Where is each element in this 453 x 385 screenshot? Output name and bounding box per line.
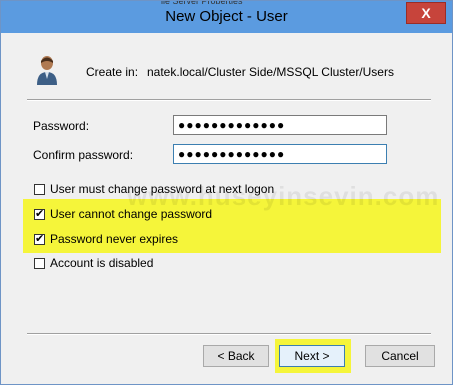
option-cannot-change-password[interactable]: User cannot change password — [34, 206, 212, 222]
bottom-divider — [27, 333, 431, 335]
user-icon — [37, 56, 57, 85]
confirm-password-label: Confirm password: — [33, 148, 134, 162]
cancel-button[interactable]: Cancel — [365, 345, 435, 367]
create-in-path: natek.local/Cluster Side/MSSQL Cluster/U… — [147, 65, 394, 79]
checkbox-label: User must change password at next logon — [50, 182, 275, 196]
title-bar[interactable]: ile Server Properties New Object - User … — [1, 1, 452, 33]
option-must-change-password[interactable]: User must change password at next logon — [34, 181, 274, 197]
confirm-password-field[interactable]: ●●●●●●●●●●●●● — [173, 144, 387, 164]
checkbox[interactable] — [34, 207, 45, 220]
password-field[interactable]: ●●●●●●●●●●●●● — [173, 115, 387, 135]
checkbox-label: Password never expires — [50, 232, 179, 246]
checkbox-label: User cannot change password — [50, 207, 213, 221]
password-label: Password: — [33, 119, 90, 133]
checkbox-label: Account is disabled — [50, 256, 154, 270]
back-button[interactable]: < Back — [203, 345, 269, 367]
checkbox[interactable] — [34, 183, 45, 195]
checkbox[interactable] — [34, 232, 45, 245]
dialog-body: Create in: natek.local/Cluster Side/MSSQ… — [9, 33, 445, 378]
background-window-title: ile Server Properties — [161, 1, 301, 4]
next-button[interactable]: Next > — [279, 345, 345, 367]
checkbox[interactable] — [34, 257, 45, 269]
create-in-label: Create in: — [86, 65, 139, 79]
close-button[interactable]: X — [406, 2, 446, 24]
top-divider — [27, 99, 431, 101]
dialog-window: ile Server Properties New Object - User … — [0, 0, 453, 385]
dialog-title: New Object - User — [165, 8, 288, 25]
option-password-never-expires[interactable]: Password never expires — [34, 231, 178, 247]
option-account-disabled[interactable]: Account is disabled — [34, 255, 153, 271]
